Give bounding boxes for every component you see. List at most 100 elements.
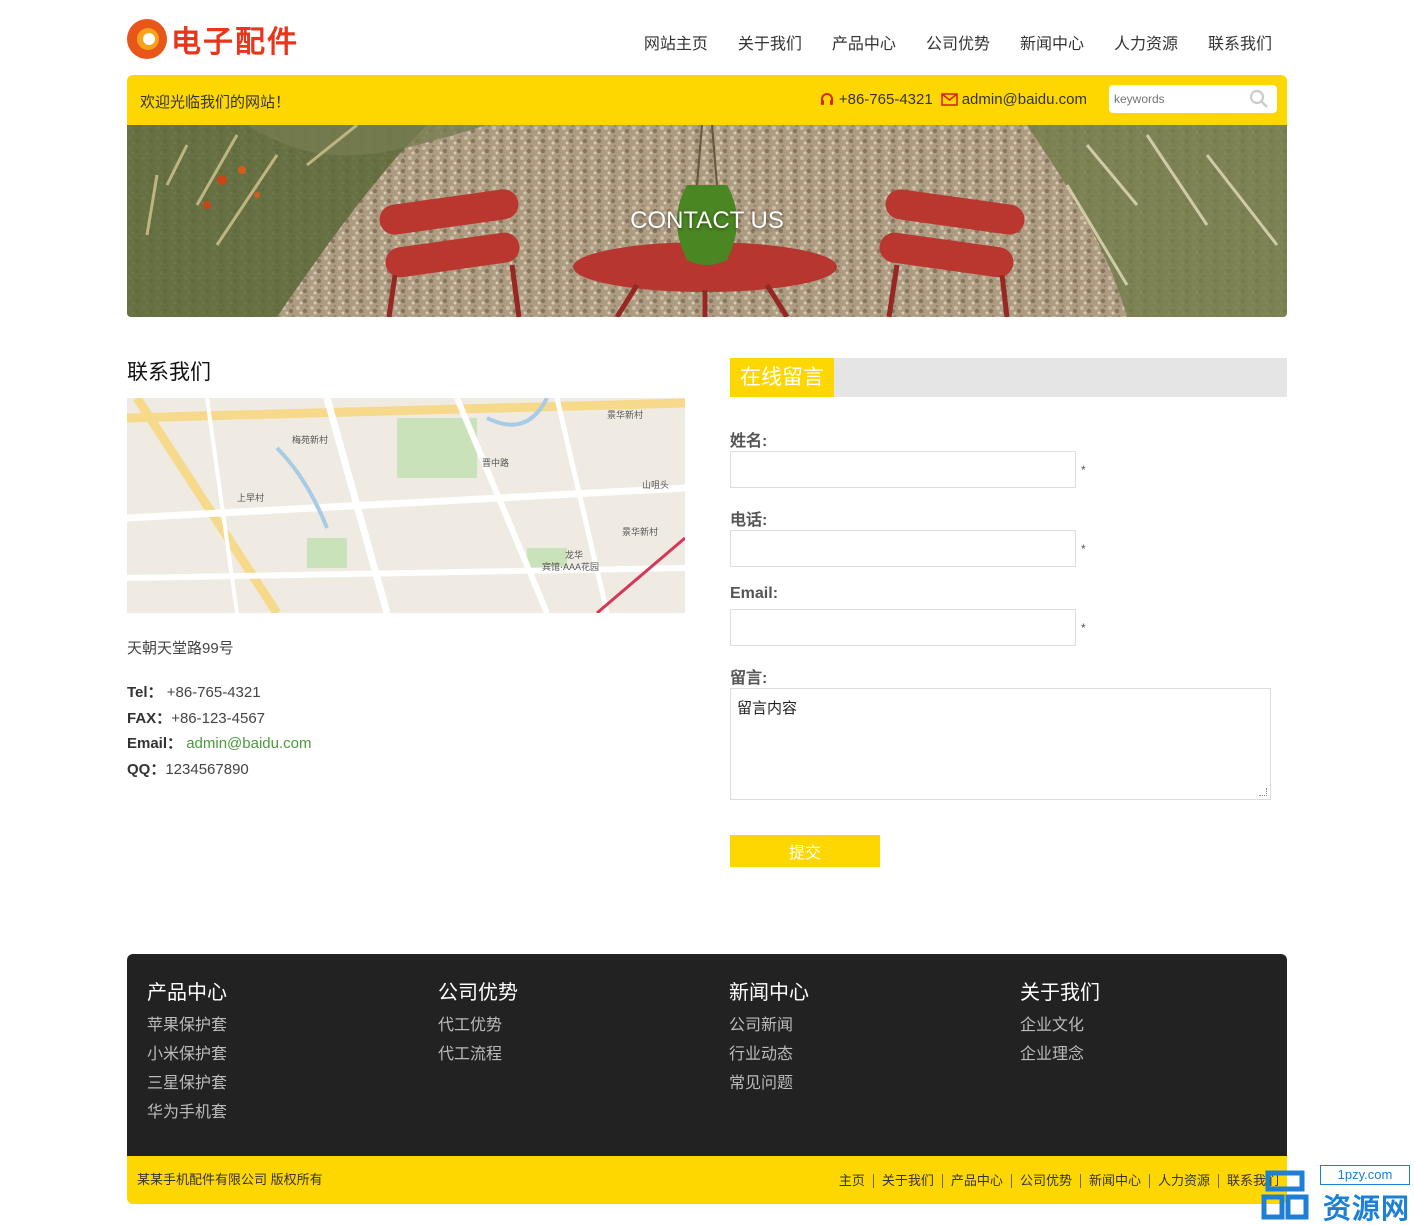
location-map[interactable]: 梅苑新村 景华新村 上早村 山咀头 景华新村 晋中路 龙华 宾馆·AAA花园 [127, 398, 685, 613]
footer-link[interactable]: 企业文化 [1020, 1016, 1280, 1045]
tel-label: Tel： [127, 684, 163, 701]
nav-hr[interactable]: 人力资源 [1114, 30, 1178, 54]
footer-link[interactable]: 华为手机套 [147, 1103, 407, 1132]
footer-nav-advantages[interactable]: 公司优势 [1010, 1174, 1080, 1188]
topbar-phone: +86-765-4321 [838, 91, 933, 108]
footer-link[interactable]: 小米保护套 [147, 1045, 407, 1074]
nav-about[interactable]: 关于我们 [738, 30, 802, 54]
name-label: 姓名: [730, 433, 768, 450]
footer-col-title: 产品中心 [147, 982, 227, 1004]
search-input[interactable] [1114, 92, 1244, 106]
phone-label: 电话: [730, 512, 768, 529]
name-row: * [730, 451, 1287, 488]
fax-label: FAX： [127, 709, 172, 727]
top-info-bar: 欢迎光临我们的网站！ +86-765-4321 admin@baidu.com [127, 75, 1287, 125]
footer-link[interactable]: 三星保护套 [147, 1074, 407, 1103]
banner-title: CONTACT US [630, 207, 784, 234]
footer-col-title: 关于我们 [1020, 982, 1100, 1004]
email-required-mark: * [1081, 620, 1086, 635]
map-label-5: 景华新村 [622, 526, 658, 537]
watermark-logo-icon [1261, 1170, 1309, 1220]
contact-details: Tel： +86-765-4321 FAX：+86-123-4567 Email… [127, 680, 685, 782]
qq-label: QQ： [127, 760, 166, 778]
footer-col-news: 新闻中心 公司新闻 行业动态 常见问题 [729, 976, 989, 1103]
fax-value: +86-123-4567 [171, 709, 266, 727]
nav-advantages[interactable]: 公司优势 [926, 30, 990, 54]
phone-row: * [730, 530, 1287, 567]
footer-link[interactable]: 代工流程 [438, 1045, 698, 1074]
watermark-domain: 1pzy.com [1320, 1165, 1410, 1185]
copyright-text: 某某手机配件有限公司 版权所有 [137, 1172, 323, 1187]
watermark: 1pzy.com 资源网 [1200, 1165, 1410, 1224]
form-heading: 在线留言 [730, 358, 834, 397]
nav-contact[interactable]: 联系我们 [1208, 30, 1272, 54]
footer-col-products: 产品中心 苹果保护套 小米保护套 三星保护套 华为手机套 [147, 976, 407, 1132]
contact-heading: 联系我们 [127, 361, 211, 384]
footer-link[interactable]: 苹果保护套 [147, 1016, 407, 1045]
phone-input[interactable] [730, 530, 1076, 567]
email-row: Email： admin@baidu.com [127, 731, 685, 757]
map-image: 梅苑新村 景华新村 上早村 山咀头 景华新村 晋中路 龙华 宾馆·AAA花园 [127, 398, 685, 613]
nav-home[interactable]: 网站主页 [644, 30, 708, 54]
map-label-4: 山咀头 [642, 480, 669, 490]
footer-col-title: 公司优势 [438, 982, 518, 1004]
map-label-6: 晋中路 [482, 457, 509, 468]
message-textarea[interactable]: 留言内容 [730, 688, 1271, 800]
topbar-contact: +86-765-4321 admin@baidu.com [819, 91, 1087, 108]
message-label: 留言: [730, 670, 768, 687]
email-input[interactable] [730, 609, 1076, 646]
topbar-email[interactable]: admin@baidu.com [962, 91, 1087, 108]
headset-icon [820, 92, 833, 105]
search-icon[interactable] [1249, 89, 1269, 109]
nav-products[interactable]: 产品中心 [832, 30, 896, 54]
logo-icon [127, 19, 167, 59]
footer-link[interactable]: 常见问题 [729, 1074, 989, 1103]
map-label-1: 梅苑新村 [292, 434, 328, 445]
logo-text: 电子配件 [171, 25, 299, 60]
message-text: 留言内容 [737, 700, 798, 717]
qq-row: QQ：1234567890 [127, 757, 685, 783]
site-logo[interactable]: 电子配件 [127, 18, 299, 60]
name-required-mark: * [1081, 462, 1086, 477]
footer-link[interactable]: 行业动态 [729, 1045, 989, 1074]
nav-news[interactable]: 新闻中心 [1020, 30, 1084, 54]
footer-nav-home[interactable]: 主页 [831, 1174, 873, 1188]
form-header: 在线留言 [730, 358, 1287, 397]
footer-nav-news[interactable]: 新闻中心 [1079, 1174, 1149, 1188]
footer-link[interactable]: 公司新闻 [729, 1016, 989, 1045]
footer-link[interactable]: 企业理念 [1020, 1045, 1280, 1074]
tel-value: +86-765-4321 [166, 684, 261, 701]
contact-info-section: 联系我们 梅苑新村 景华新村 上早村 山咀头 景华新村 晋中路 龙华 宾馆·AA… [127, 358, 685, 782]
resize-handle[interactable] [1259, 788, 1267, 796]
map-label-2: 景华新村 [607, 409, 643, 420]
email-field-label: Email: [730, 585, 779, 602]
welcome-text: 欢迎光临我们的网站！ [140, 94, 291, 111]
watermark-name: 资源网 [1322, 1193, 1410, 1224]
footer-nav-about[interactable]: 关于我们 [872, 1174, 942, 1188]
footer-col-advantages: 公司优势 代工优势 代工流程 [438, 976, 698, 1074]
email-link[interactable]: admin@baidu.com [186, 735, 311, 752]
map-label-8: 宾馆·AAA花园 [542, 561, 599, 572]
page-banner: CONTACT US [127, 125, 1287, 317]
footer-nav-products[interactable]: 产品中心 [941, 1174, 1011, 1188]
qq-value: 1234567890 [165, 760, 249, 778]
tel-row: Tel： +86-765-4321 [127, 680, 685, 706]
footer-col-title: 新闻中心 [729, 982, 809, 1004]
name-input[interactable] [730, 451, 1076, 488]
mail-icon [940, 93, 958, 106]
email-row-field: * [730, 609, 1287, 646]
main-nav: 网站主页 关于我们 产品中心 公司优势 新闻中心 人力资源 联系我们 [644, 30, 1272, 54]
submit-button[interactable]: 提交 [730, 835, 880, 867]
site-footer: 产品中心 苹果保护套 小米保护套 三星保护套 华为手机套 公司优势 代工优势 代… [127, 954, 1287, 1156]
site-header: 电子配件 网站主页 关于我们 产品中心 公司优势 新闻中心 人力资源 联系我们 [127, 0, 1287, 75]
search-box [1109, 85, 1277, 113]
fax-row: FAX：+86-123-4567 [127, 706, 685, 732]
map-label-7: 龙华 [565, 549, 583, 560]
message-form-section: 在线留言 姓名: * 电话: * Email: * 留言: 留言内容 提交 [730, 358, 1287, 867]
map-label-3: 上早村 [237, 492, 264, 503]
footer-col-about: 关于我们 企业文化 企业理念 [1020, 976, 1280, 1074]
address: 天朝天堂路99号 [127, 640, 234, 657]
copyright-bar: 某某手机配件有限公司 版权所有 主页 关于我们 产品中心 公司优势 新闻中心 人… [127, 1156, 1287, 1204]
footer-link[interactable]: 代工优势 [438, 1016, 698, 1045]
email-label: Email： [127, 735, 183, 752]
